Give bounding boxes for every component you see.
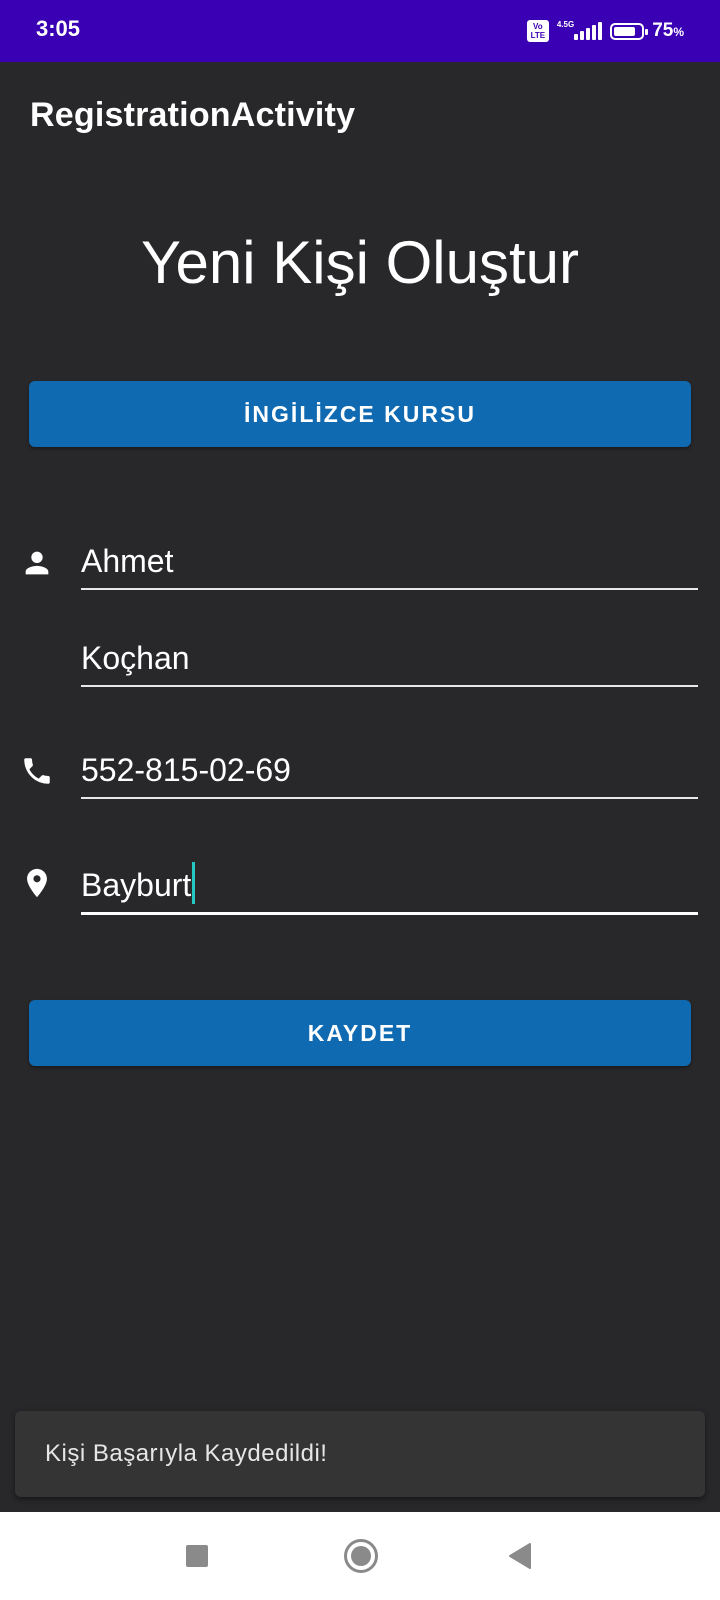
text-cursor <box>192 862 196 904</box>
back-icon[interactable] <box>508 1543 532 1569</box>
phone-value: 552-815-02-69 <box>81 752 291 788</box>
signal-icon <box>574 22 603 40</box>
city-value: Bayburt <box>81 867 192 903</box>
recent-apps-icon[interactable] <box>186 1545 208 1567</box>
english-course-button[interactable]: İNGİLİZCE KURSU <box>29 381 691 447</box>
battery-percent-value: 75 <box>652 20 674 41</box>
location-pin-icon <box>27 868 47 898</box>
battery-icon <box>610 22 649 40</box>
first-name-value: Ahmet <box>81 543 174 579</box>
status-bar: 3:05 Vo LTE 4.5G 75% <box>0 0 720 62</box>
status-icons: Vo LTE 4.5G 75% <box>526 18 684 44</box>
battery-percent: 75% <box>652 20 684 42</box>
toast-message: Kişi Başarıyla Kaydedildi! <box>45 1440 328 1467</box>
last-name-value: Koçhan <box>81 640 190 676</box>
home-icon[interactable] <box>344 1539 378 1573</box>
page-title: Yeni Kişi Oluştur <box>141 229 579 296</box>
last-name-field[interactable]: Koçhan <box>81 640 698 687</box>
volte-label-top: Vo <box>533 22 543 31</box>
volte-label-bottom: LTE <box>530 31 546 40</box>
toast: Kişi Başarıyla Kaydedildi! <box>15 1411 705 1497</box>
navigation-bar <box>0 1512 720 1600</box>
phone-field[interactable]: 552-815-02-69 <box>81 752 698 799</box>
phone-icon <box>24 758 50 784</box>
network-type: 4.5G <box>556 19 575 29</box>
battery-percent-unit: % <box>673 25 684 39</box>
save-button[interactable]: KAYDET <box>29 1000 691 1066</box>
first-name-field[interactable]: Ahmet <box>81 543 698 590</box>
city-field[interactable]: Bayburt <box>81 862 698 915</box>
app-bar-title: RegistrationActivity <box>30 96 356 134</box>
status-time: 3:05 <box>36 16 81 41</box>
volte-icon: Vo LTE <box>526 20 549 42</box>
person-icon <box>25 551 49 575</box>
